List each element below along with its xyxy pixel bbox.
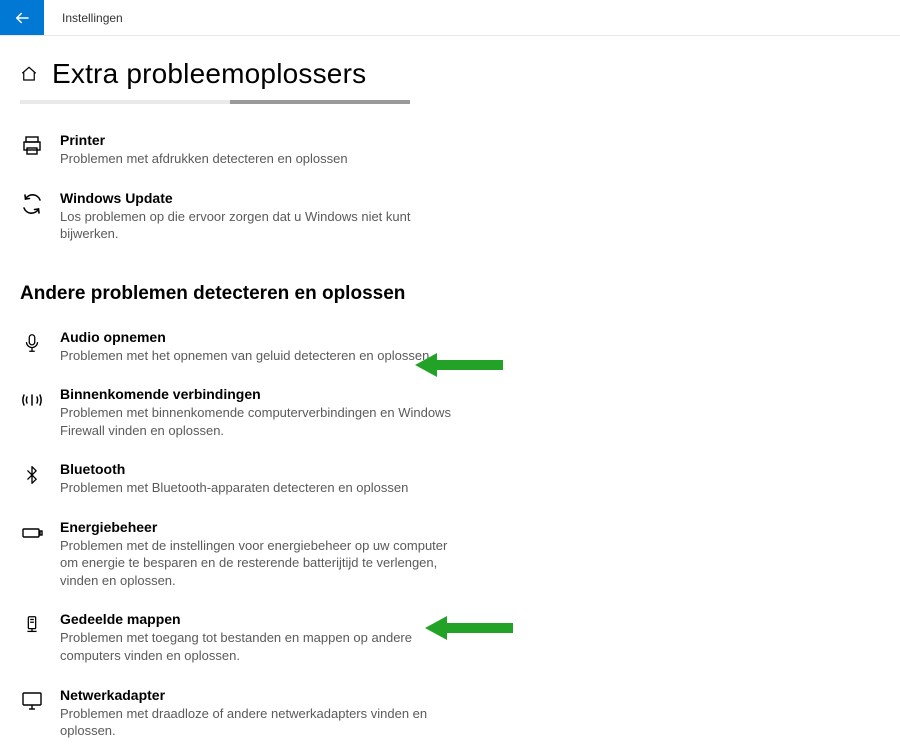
sync-icon bbox=[20, 192, 44, 216]
bluetooth-icon bbox=[20, 463, 44, 487]
item-desc: Problemen met binnenkomende computerverb… bbox=[60, 404, 460, 439]
troubleshooter-text: Windows Update Los problemen op die ervo… bbox=[60, 190, 460, 243]
horizontal-scroll-track[interactable] bbox=[20, 100, 410, 104]
item-desc: Los problemen op die ervoor zorgen dat u… bbox=[60, 208, 460, 243]
page-title: Extra probleemoplossers bbox=[52, 58, 366, 90]
troubleshooter-power[interactable]: Energiebeheer Problemen met de instellin… bbox=[20, 509, 460, 602]
title-bar: Instellingen bbox=[0, 0, 900, 36]
window-title: Instellingen bbox=[44, 0, 123, 35]
item-title: Bluetooth bbox=[60, 461, 460, 477]
item-desc: Problemen met draadloze of andere netwer… bbox=[60, 705, 460, 740]
troubleshooter-text: Audio opnemen Problemen met het opnemen … bbox=[60, 329, 460, 365]
item-title: Printer bbox=[60, 132, 460, 148]
item-title: Energiebeheer bbox=[60, 519, 460, 535]
server-icon bbox=[20, 613, 44, 637]
item-desc: Problemen met het opnemen van geluid det… bbox=[60, 347, 460, 365]
horizontal-scroll-thumb[interactable] bbox=[230, 100, 410, 104]
troubleshooter-printer[interactable]: Printer Problemen met afdrukken detecter… bbox=[20, 122, 460, 180]
page-header: Extra probleemoplossers bbox=[20, 58, 880, 90]
item-title: Gedeelde mappen bbox=[60, 611, 460, 627]
section-heading-other: Andere problemen detecteren en oplossen bbox=[20, 283, 880, 305]
troubleshooter-text: Netwerkadapter Problemen met draadloze o… bbox=[60, 687, 460, 740]
troubleshooter-audio-recording[interactable]: Audio opnemen Problemen met het opnemen … bbox=[20, 319, 460, 377]
microphone-icon bbox=[20, 331, 44, 355]
troubleshooter-text: Binnenkomende verbindingen Problemen met… bbox=[60, 386, 460, 439]
troubleshooter-bluetooth[interactable]: Bluetooth Problemen met Bluetooth-appara… bbox=[20, 451, 460, 509]
home-icon[interactable] bbox=[20, 65, 38, 83]
troubleshooter-text: Energiebeheer Problemen met de instellin… bbox=[60, 519, 460, 590]
item-desc: Problemen met afdrukken detecteren en op… bbox=[60, 150, 460, 168]
item-title: Windows Update bbox=[60, 190, 460, 206]
troubleshooter-shared-folders[interactable]: Gedeelde mappen Problemen met toegang to… bbox=[20, 601, 460, 676]
troubleshooter-text: Gedeelde mappen Problemen met toegang to… bbox=[60, 611, 460, 664]
item-desc: Problemen met de instellingen voor energ… bbox=[60, 537, 460, 590]
signal-icon bbox=[20, 388, 44, 412]
item-title: Netwerkadapter bbox=[60, 687, 460, 703]
troubleshooter-incoming-connections[interactable]: Binnenkomende verbindingen Problemen met… bbox=[20, 376, 460, 451]
item-title: Binnenkomende verbindingen bbox=[60, 386, 460, 402]
main-content: Extra probleemoplossers Printer Probleme… bbox=[0, 36, 900, 752]
item-title: Audio opnemen bbox=[60, 329, 460, 345]
printer-icon bbox=[20, 134, 44, 158]
battery-icon bbox=[20, 521, 44, 545]
troubleshooter-windows-update[interactable]: Windows Update Los problemen op die ervo… bbox=[20, 180, 460, 255]
item-desc: Problemen met Bluetooth-apparaten detect… bbox=[60, 479, 460, 497]
monitor-icon bbox=[20, 689, 44, 713]
back-button[interactable] bbox=[0, 0, 44, 35]
item-desc: Problemen met toegang tot bestanden en m… bbox=[60, 629, 460, 664]
back-arrow-icon bbox=[13, 9, 31, 27]
troubleshooter-network-adapter[interactable]: Netwerkadapter Problemen met draadloze o… bbox=[20, 677, 460, 752]
troubleshooter-text: Bluetooth Problemen met Bluetooth-appara… bbox=[60, 461, 460, 497]
troubleshooter-text: Printer Problemen met afdrukken detecter… bbox=[60, 132, 460, 168]
